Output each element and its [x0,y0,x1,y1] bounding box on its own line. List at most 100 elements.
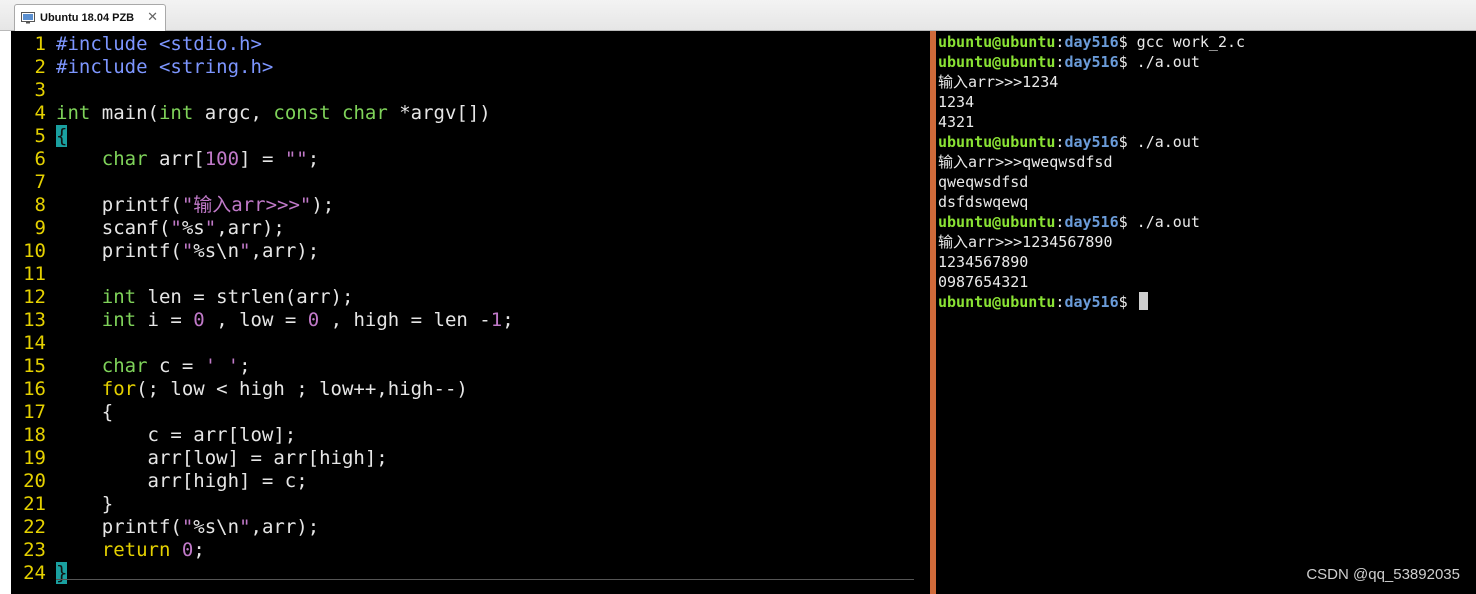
terminal-output-line: 输入arr>>>1234567890 [938,233,1113,251]
terminal-output-line: 4321 [938,113,975,131]
code-token: ,arr); [250,516,320,538]
line-number: 16 [23,378,46,400]
code-token: ; [193,539,205,561]
terminal-output-line: 输入arr>>>1234 [938,73,1059,91]
prompt-path: day516 [1064,33,1119,51]
code-token: ; [307,148,320,170]
code-token: ' ' [204,355,240,377]
prompt-user: ubuntu@ubuntu [938,133,1056,151]
terminal-prompt-line: ubuntu@ubuntu:day516$ ./a.out [938,132,1200,152]
line-number: 1 [34,33,46,55]
code-line: 7 [11,171,56,194]
line-number: 5 [34,125,46,147]
code-line: 21 } [11,493,113,516]
line-number: 2 [34,56,46,78]
code-editor[interactable]: 1 #include <stdio.h> 2 #include <string.h> 3… [0,31,930,594]
line-number: 7 [34,171,46,193]
code-line: 6 char arr[100] = ""; [11,148,320,171]
terminal-command: ./a.out [1127,213,1200,231]
line-number: 14 [23,332,46,354]
code-token: #include <stdio.h> [56,33,262,55]
line-number: 3 [34,79,46,101]
code-token: for [101,378,137,400]
terminal-command: ./a.out [1127,133,1200,151]
terminal-prompt-line: ubuntu@ubuntu:day516$ [938,292,1148,312]
code-token: 1 [490,309,503,331]
code-line: 15 char c = ' '; [11,355,251,378]
code-token: printf( [56,194,182,216]
code-token: arr[low] = arr[high]; [56,447,388,469]
code-token: arr[ [147,148,205,170]
code-token: int [158,102,194,124]
code-token: " [239,516,251,538]
code-token: ] = [239,148,285,170]
code-line: 3 [11,79,56,102]
code-token: int [56,102,91,124]
code-token: len = strlen(arr); [136,286,354,308]
editor-divider [56,579,914,580]
code-token: ; [502,309,514,331]
code-token: %s [181,217,205,239]
code-token: char [101,355,148,377]
code-token: main( [90,102,159,124]
code-token: " [239,240,251,262]
brace-match-highlight: } [56,562,68,584]
close-icon[interactable]: ✕ [147,9,158,25]
line-number: 17 [23,401,46,423]
code-token: " [181,516,194,538]
code-token: i = [136,309,194,331]
code-token: arr[high] = c; [56,470,308,492]
prompt-user: ubuntu@ubuntu [938,213,1056,231]
line-number: 11 [23,263,46,285]
code-line: 11 [11,263,56,286]
code-line: 5{ [11,125,68,148]
code-token: { [56,401,114,423]
code-token: (; low < high ; low++,high--) [136,378,468,400]
prompt-path: day516 [1064,133,1119,151]
code-line: 4 int main(int argc, const char *argv[]) [11,102,491,125]
code-line: 22 printf("%s\n",arr); [11,516,319,539]
code-token: " [204,217,217,239]
code-token: char [342,102,388,124]
code-token: ; [239,355,251,377]
line-number: 22 [23,516,46,538]
tab-ubuntu-vm[interactable]: Ubuntu 18.04 PZB ✕ [14,4,166,31]
code-line: 23 return 0; [11,539,205,562]
prompt-dollar: $ [1118,53,1128,71]
code-token: argc, [193,102,274,124]
terminal-output-line: 1234567890 [938,253,1029,271]
terminal-command: gcc work_2.c [1127,33,1246,51]
terminal[interactable]: ubuntu@ubuntu:day516$ gcc work_2.cubuntu… [936,31,1476,594]
code-line: 19 arr[low] = arr[high]; [11,447,388,470]
prompt-dollar: $ [1118,133,1128,151]
terminal-output-line: qweqwsdfsd [938,173,1029,191]
line-number: 13 [23,309,46,331]
terminal-output-line: 0987654321 [938,273,1029,291]
terminal-cursor[interactable] [1138,292,1148,310]
terminal-prompt-line: ubuntu@ubuntu:day516$ ./a.out [938,212,1200,232]
terminal-output-line: 输入arr>>>qweqwsdfsd [938,153,1113,171]
code-line: 10 printf("%s\n",arr); [11,240,319,263]
code-token: return [101,539,171,561]
code-token: " [181,240,194,262]
line-number: 18 [23,424,46,446]
code-token: ,arr); [216,217,285,239]
code-token: char [101,148,148,170]
code-token: "输入arr>>>" [181,194,312,216]
prompt-path: day516 [1064,293,1119,311]
prompt-user: ubuntu@ubuntu [938,53,1056,71]
code-line: 2 #include <string.h> [11,56,274,79]
line-number: 8 [34,194,46,216]
code-line: 20 arr[high] = c; [11,470,308,493]
line-number: 21 [23,493,46,515]
code-token: ); [311,194,335,216]
vm-icon [21,12,35,24]
line-number: 23 [23,539,46,561]
line-number: 19 [23,447,46,469]
line-number: 24 [23,562,46,584]
